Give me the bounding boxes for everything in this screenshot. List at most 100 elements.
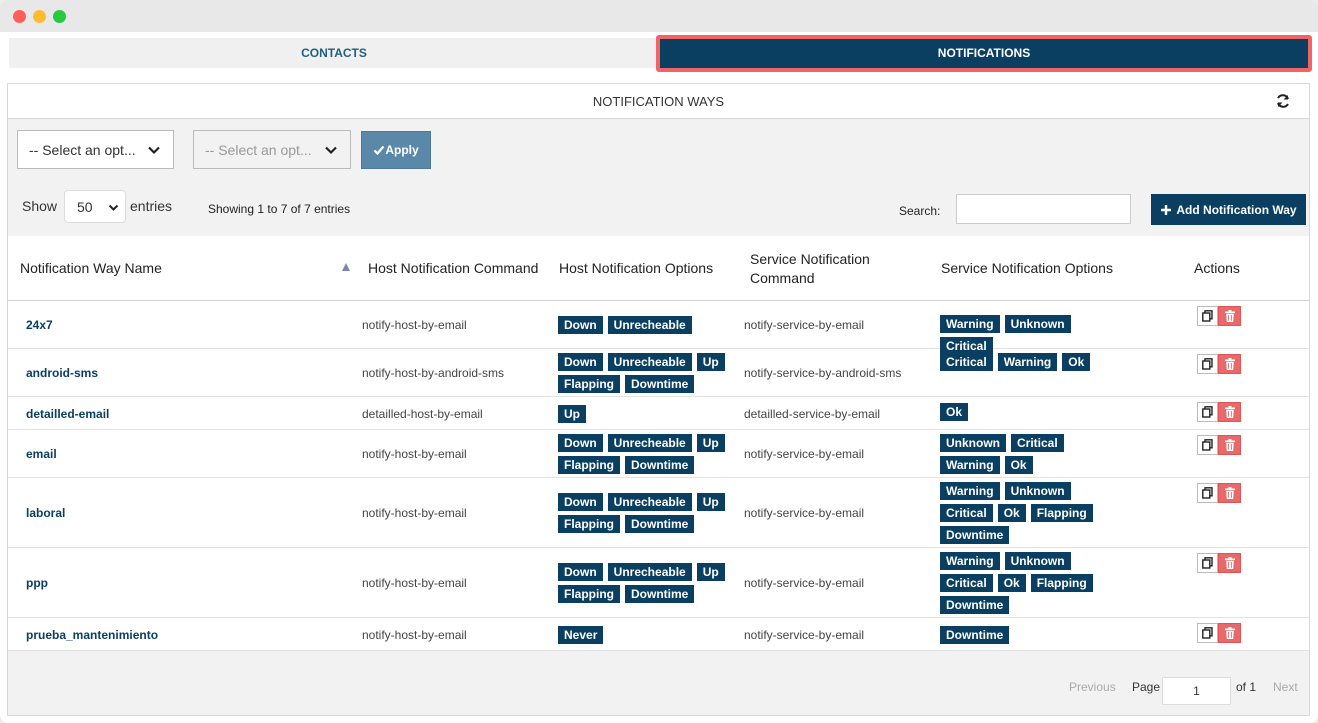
page-label: Page (1132, 680, 1161, 694)
service-option-badge: Warning (997, 353, 1058, 371)
service-option-badge: Ok (1004, 456, 1033, 474)
column-header-service-command-line1: Service Notification (750, 250, 870, 267)
host-options: Never (558, 626, 738, 644)
host-option-badge: Up (558, 405, 586, 423)
host-option-badge: Up (696, 563, 725, 581)
host-option-badge: Down (558, 316, 603, 334)
service-options: Ok (940, 403, 1100, 421)
host-command: notify-host-by-email (362, 628, 467, 642)
host-options: Up (558, 405, 738, 423)
delete-button[interactable] (1218, 623, 1241, 643)
delete-button[interactable] (1218, 483, 1241, 503)
host-option-badge: Flapping (558, 515, 620, 533)
service-options: Warning Unknown Critical Ok Flapping Downtime (940, 552, 1100, 614)
notification-way-name[interactable]: ppp (26, 576, 48, 590)
service-command: detailled-service-by-email (744, 407, 881, 421)
column-header-host-options[interactable]: Host Notification Options (559, 236, 713, 301)
host-options: Down Unrecheable Up Flapping Downtime (558, 434, 738, 474)
duplicate-button[interactable] (1197, 402, 1218, 422)
delete-button[interactable] (1218, 553, 1241, 573)
service-option-badge: Unknown (940, 434, 1006, 452)
service-command: notify-service-by-email (744, 576, 865, 590)
page-length-select[interactable]: 50 (64, 190, 126, 223)
table-row: ppp notify-host-by-email Down Unrecheable Up… (8, 548, 1309, 618)
delete-button[interactable] (1218, 402, 1241, 422)
panel-header: NOTIFICATION WAYS (8, 84, 1309, 119)
close-window-button[interactable] (13, 10, 26, 23)
service-option-badge: Flapping (1030, 574, 1093, 592)
page-length-value: 50 (77, 198, 93, 215)
host-option-badge: Downtime (625, 515, 695, 533)
copy-icon (1202, 487, 1213, 499)
search-input[interactable] (956, 194, 1131, 224)
maximize-window-button[interactable] (53, 10, 66, 23)
refresh-icon[interactable] (1275, 93, 1291, 109)
column-header-service-command[interactable]: Service Notification Command (750, 236, 870, 301)
add-notification-way-button[interactable]: Add Notification Way (1151, 194, 1306, 225)
column-header-name[interactable]: Notification Way Name (20, 236, 162, 301)
page-number-input[interactable]: 1 (1162, 677, 1231, 705)
table-row: detailled-email detailled-host-by-email Up… (8, 397, 1309, 430)
apply-label: Apply (385, 143, 419, 157)
duplicate-button[interactable] (1197, 623, 1218, 643)
sort-ascending-icon[interactable] (342, 263, 350, 271)
service-option-badge: Critical (940, 353, 993, 371)
service-option-badge: Critical (1011, 434, 1064, 452)
duplicate-button[interactable] (1197, 354, 1218, 374)
host-command: notify-host-by-email (362, 318, 467, 332)
window-titlebar (0, 0, 1318, 32)
minimize-window-button[interactable] (33, 10, 46, 23)
service-option-badge: Downtime (940, 596, 1010, 614)
apply-button[interactable]: Apply (361, 131, 431, 169)
service-option-badge: Warning (940, 456, 1000, 474)
tab-contacts[interactable]: CONTACTS (9, 38, 659, 68)
host-option-badge: Up (696, 493, 725, 511)
service-options: Downtime (940, 626, 1100, 644)
chevron-down-icon (108, 204, 119, 211)
notification-way-name[interactable]: 24x7 (26, 318, 53, 332)
service-option-badge: Downtime (940, 626, 1010, 644)
notification-ways-table: Notification Way Name Host Notification … (8, 236, 1309, 651)
host-option-badge: Downtime (625, 456, 695, 474)
column-header-service-options[interactable]: Service Notification Options (941, 236, 1113, 301)
filter-select-2[interactable]: -- Select an opt... (193, 130, 351, 169)
host-option-badge: Never (558, 626, 604, 644)
service-options: Critical Warning Ok (940, 353, 1100, 371)
row-actions (1197, 553, 1241, 573)
notification-way-name[interactable]: android-sms (26, 366, 98, 380)
duplicate-button[interactable] (1197, 435, 1218, 455)
trash-icon (1224, 487, 1235, 499)
previous-page-button[interactable]: Previous (1069, 680, 1116, 694)
trash-icon (1224, 557, 1235, 569)
host-command: notify-host-by-email (362, 447, 467, 461)
delete-button[interactable] (1218, 435, 1241, 455)
host-option-badge: Flapping (558, 456, 620, 474)
notification-way-name[interactable]: email (26, 447, 57, 461)
next-page-button[interactable]: Next (1273, 680, 1298, 694)
copy-icon (1202, 310, 1213, 322)
host-option-badge: Unrecheable (607, 434, 692, 452)
notification-way-name[interactable]: prueba_mantenimiento (26, 628, 158, 642)
notification-way-name[interactable]: detailled-email (26, 407, 109, 421)
trash-icon (1224, 310, 1235, 322)
service-option-badge: Warning (940, 482, 1000, 500)
copy-icon (1202, 358, 1213, 370)
host-option-badge: Downtime (625, 375, 695, 393)
column-header-host-command[interactable]: Host Notification Command (368, 236, 538, 301)
notification-way-name[interactable]: laboral (26, 506, 65, 520)
duplicate-button[interactable] (1197, 483, 1218, 503)
plus-icon (1161, 204, 1172, 215)
duplicate-button[interactable] (1197, 306, 1218, 326)
filter-select-1[interactable]: -- Select an opt... (17, 130, 174, 169)
host-option-badge: Unrecheable (607, 316, 692, 334)
duplicate-button[interactable] (1197, 553, 1218, 573)
table-row: laboral notify-host-by-email Down Unrecheab… (8, 478, 1309, 548)
delete-button[interactable] (1218, 354, 1241, 374)
service-option-badge: Ok (997, 504, 1026, 522)
copy-icon (1202, 439, 1213, 451)
chevron-down-icon (148, 146, 160, 155)
host-option-badge: Up (696, 434, 725, 452)
check-icon (374, 145, 385, 156)
delete-button[interactable] (1218, 306, 1241, 326)
service-options: Warning Unknown Critical Ok Flapping Downtime (940, 482, 1100, 544)
